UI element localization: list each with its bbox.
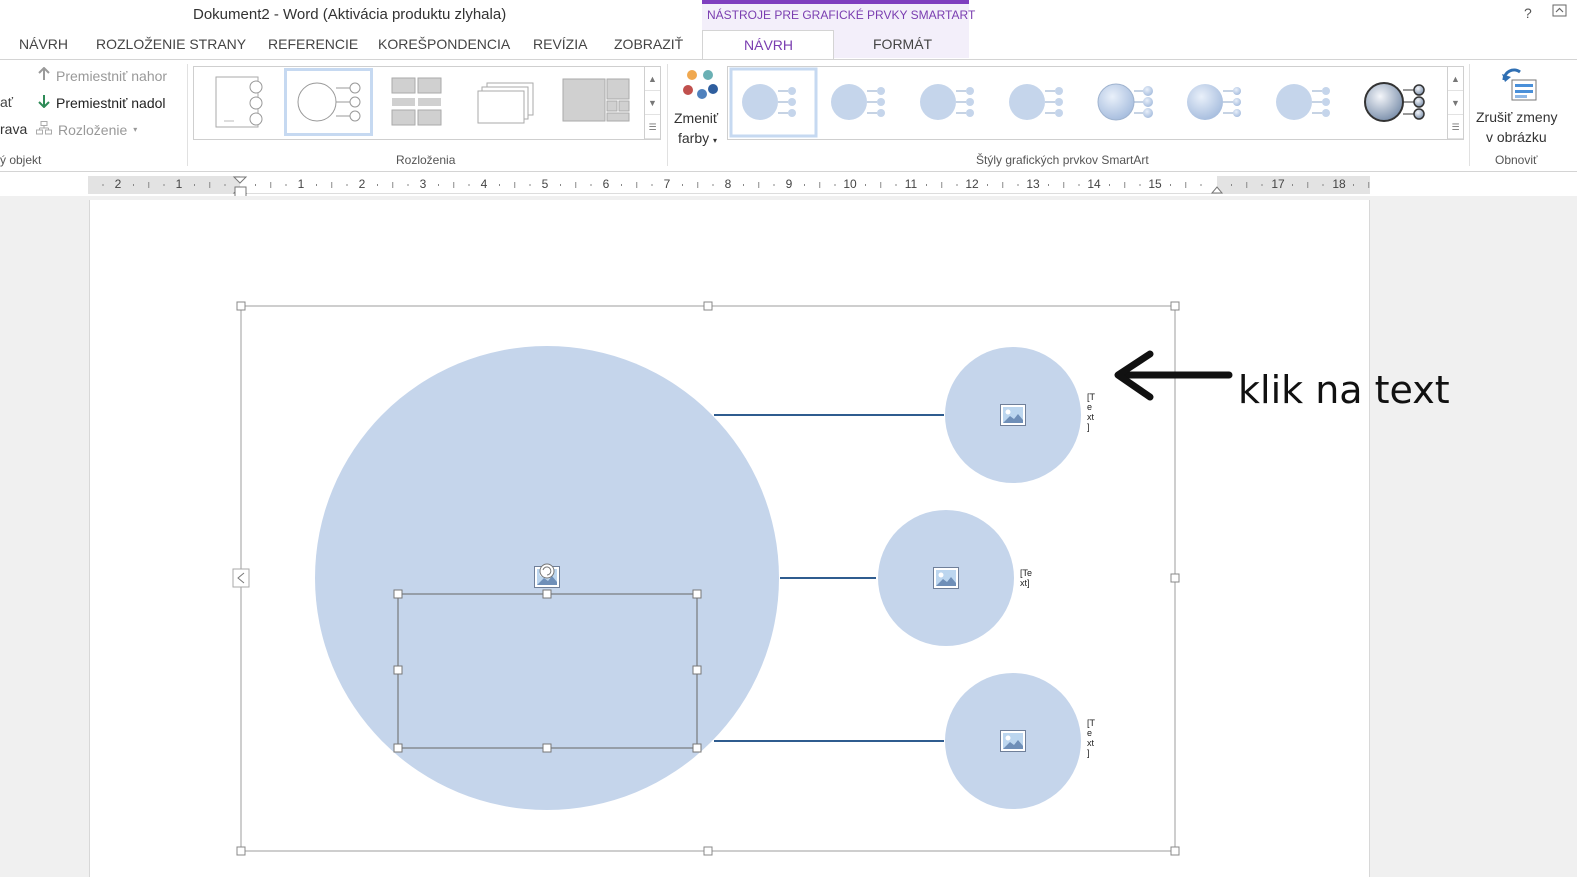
text-placeholder-3[interactable]: [T e xt ] xyxy=(1087,718,1095,758)
picture-placeholder-icon[interactable] xyxy=(933,567,959,589)
smartart-graphic xyxy=(232,301,1233,856)
text-pane-toggle[interactable] xyxy=(232,568,250,588)
picture-placeholder-icon[interactable] xyxy=(1000,730,1026,752)
text-placeholder-2[interactable]: [Te xt] xyxy=(1020,568,1032,588)
picture-placeholder-icon[interactable] xyxy=(1000,404,1026,426)
rotate-handle-icon[interactable] xyxy=(539,563,555,579)
annotation-text: klik na text xyxy=(1238,368,1450,412)
text-placeholder-1[interactable]: [T e xt ] xyxy=(1087,392,1095,432)
annotation-arrow xyxy=(1114,350,1233,401)
